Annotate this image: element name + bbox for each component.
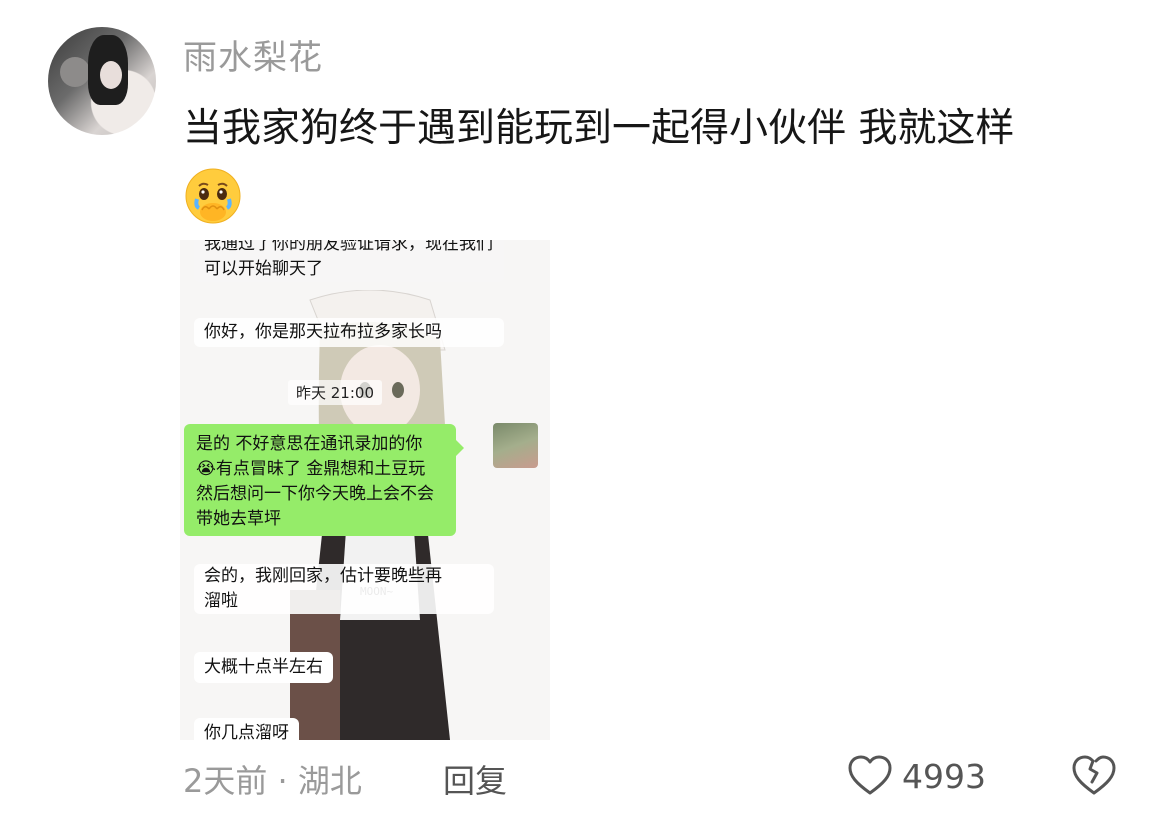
heart-icon [848,755,892,795]
like-button[interactable]: 4993 [846,752,986,800]
chat-reply-bubble: 是的 不好意思在通讯录加的你 😭有点冒昧了 金鼎想和土豆玩 然后想问一下你今天晚… [184,424,464,536]
user-avatar[interactable] [48,27,156,135]
chat-timestamp: 昨天 21:00 [288,380,382,405]
chat-message-3: 会的，我刚回家，估计要晚些再 溜啦 [194,564,494,614]
chat-message-1: 我通过了你的朋友验证请求，现在我们可以开始聊天了 [194,240,504,282]
username[interactable]: 雨水梨花 [183,30,323,79]
reply-button[interactable]: 回复 [443,756,507,802]
msg3-line-2: 溜啦 [204,591,238,611]
broken-heart-icon [1072,755,1116,795]
reply-line-3: 然后想问一下你今天晚上会不会 [196,484,434,504]
reply-line-1: 是的 不好意思在通讯录加的你 [196,434,423,454]
reply-line-2: 😭有点冒昧了 金鼎想和土豆玩 [196,459,426,479]
comment-text: 当我家狗终于遇到能玩到一起得小伙伴 我就这样 [183,106,1015,151]
chat-sender-avatar [493,423,538,468]
comment-time-location: 2天前 · 湖北 [183,762,362,800]
msg3-line-1: 会的，我刚回家，估计要晚些再 [204,566,442,586]
chat-message-2: 你好，你是那天拉布拉多家长吗 [194,318,504,347]
reply-line-4: 带她去草坪 [196,509,281,529]
dislike-button[interactable] [1070,752,1118,804]
holding-back-tears-emoji-icon [185,168,241,224]
avatar-bear [60,57,90,87]
chat-message-5: 你几点溜呀 [194,718,299,740]
avatar-face [100,61,122,89]
chat-message-4: 大概十点半左右 [194,652,333,683]
chat-screenshot: MOON~ 我通过了你的朋友验证请求，现在我们可以开始聊天了 你好，你是那天拉布… [180,240,550,740]
like-count: 4993 [902,756,986,796]
